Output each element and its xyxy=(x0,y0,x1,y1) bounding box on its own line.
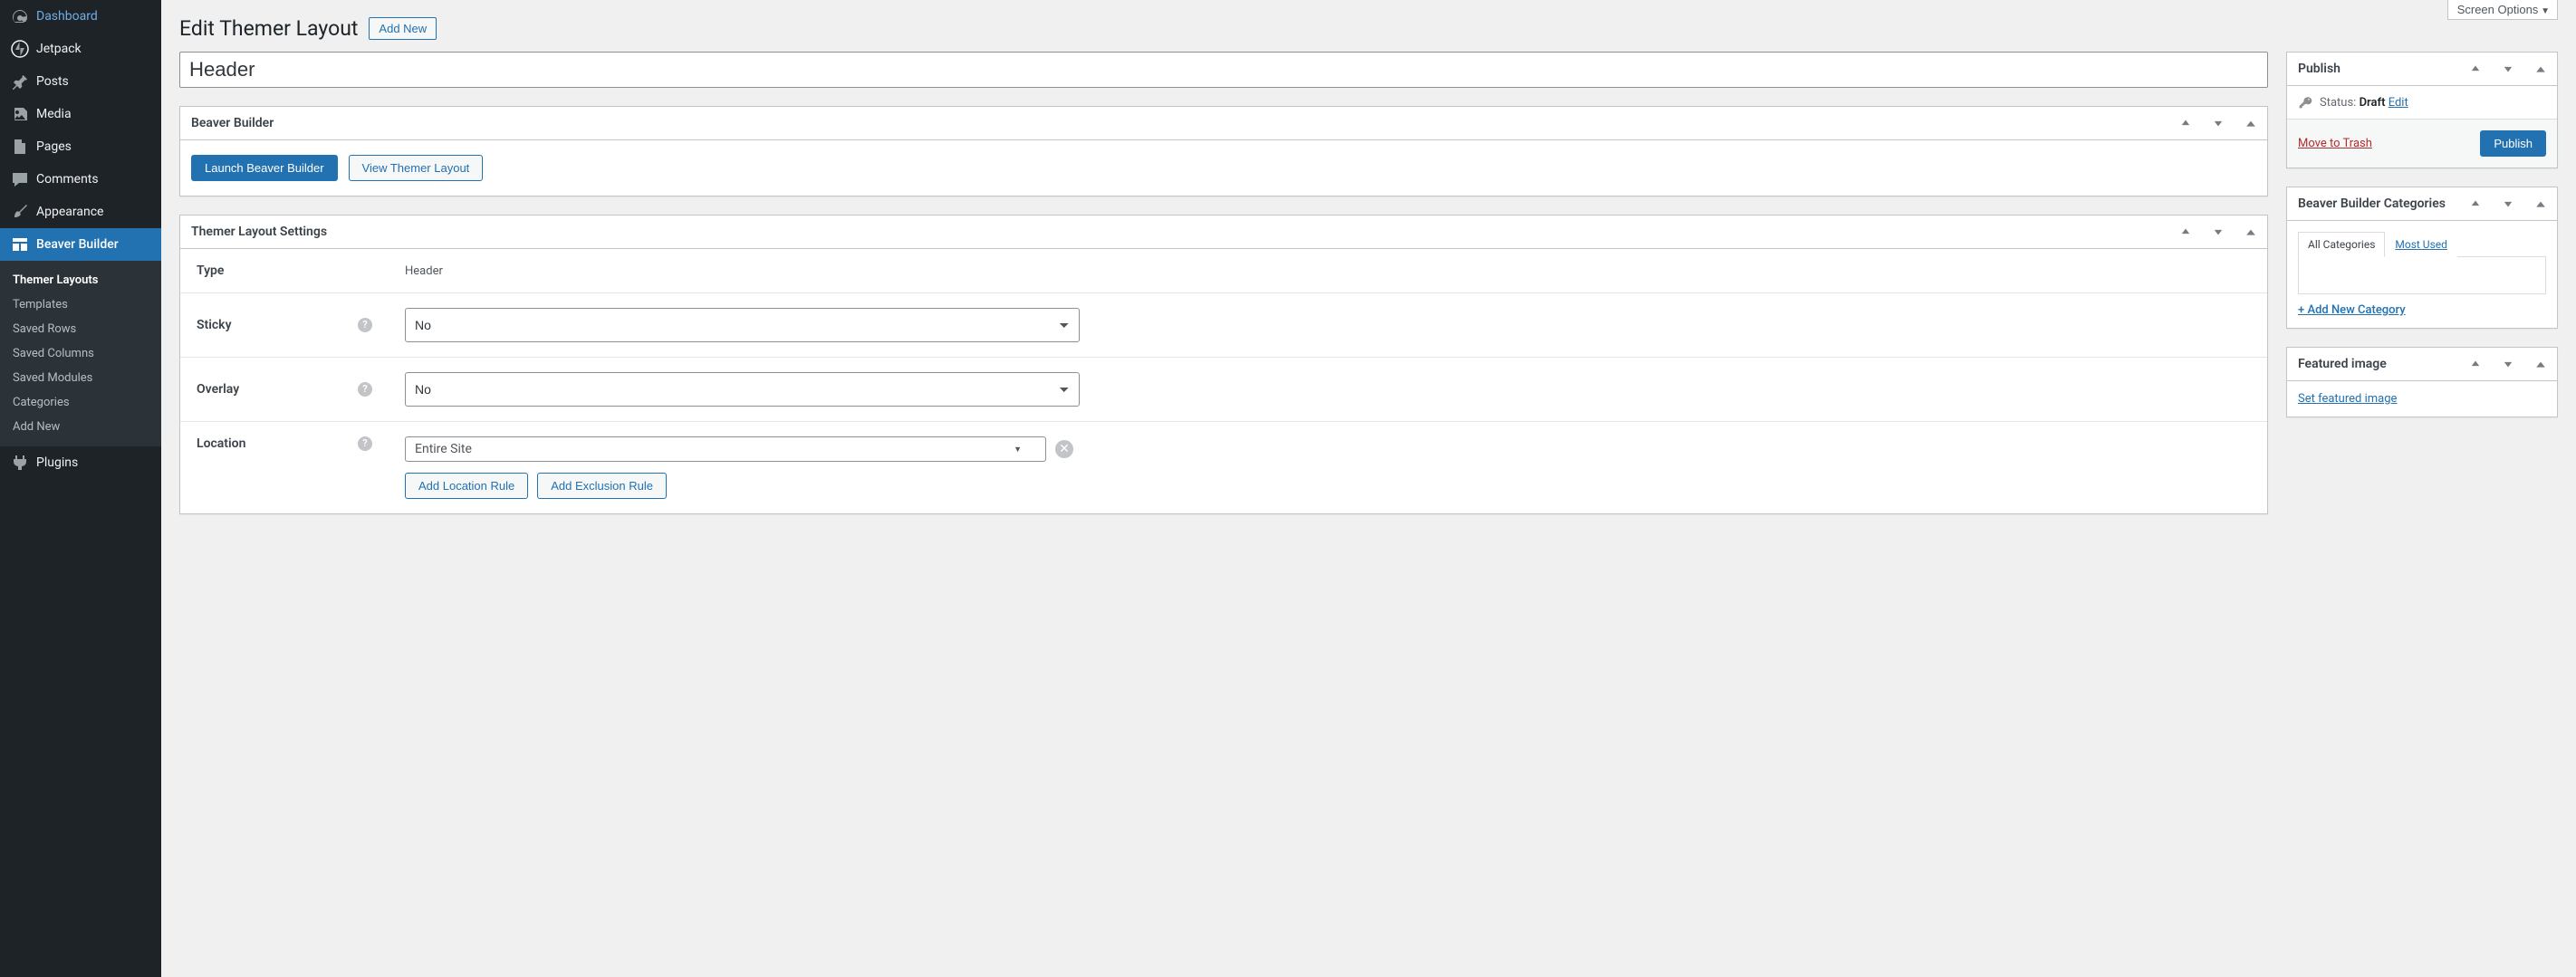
jetpack-icon xyxy=(11,40,29,58)
menu-beaver-builder[interactable]: Beaver Builder xyxy=(0,228,161,261)
help-icon[interactable]: ? xyxy=(358,382,372,397)
menu-appearance[interactable]: Appearance xyxy=(0,196,161,228)
post-title-input[interactable] xyxy=(179,52,2268,88)
panel-move-up[interactable] xyxy=(2459,53,2492,85)
submenu-themer-layouts[interactable]: Themer Layouts xyxy=(0,268,161,292)
menu-posts[interactable]: Posts xyxy=(0,65,161,98)
panel-move-down[interactable] xyxy=(2492,348,2524,380)
menu-label: Dashboard xyxy=(36,9,98,24)
admin-sidebar: Dashboard Jetpack Posts Media Pages Comm… xyxy=(0,0,161,977)
publish-button[interactable]: Publish xyxy=(2480,130,2546,157)
status-value: Draft xyxy=(2360,96,2386,110)
page-title: Edit Themer Layout xyxy=(179,16,358,41)
remove-rule-icon[interactable]: ✕ xyxy=(1055,440,1073,458)
panel-move-up[interactable] xyxy=(2459,187,2492,220)
menu-pages[interactable]: Pages xyxy=(0,130,161,163)
submenu-templates[interactable]: Templates xyxy=(0,292,161,317)
submenu-saved-rows[interactable]: Saved Rows xyxy=(0,317,161,341)
submenu-saved-columns[interactable]: Saved Columns xyxy=(0,341,161,366)
page-header: Edit Themer Layout Add New xyxy=(179,0,2558,52)
comment-icon xyxy=(11,170,29,188)
page-icon xyxy=(11,138,29,156)
launch-beaver-builder-button[interactable]: Launch Beaver Builder xyxy=(191,155,338,181)
panel-title: Publish xyxy=(2287,53,2459,85)
panel-move-down[interactable] xyxy=(2492,187,2524,220)
beaver-builder-panel: Beaver Builder Launch Beaver Builder Vie… xyxy=(179,106,2268,196)
brush-icon xyxy=(11,203,29,221)
panel-move-up[interactable] xyxy=(2169,216,2202,248)
overlay-select[interactable]: No xyxy=(405,372,1080,407)
panel-title: Beaver Builder Categories xyxy=(2287,187,2459,220)
sticky-label: Sticky xyxy=(197,318,232,332)
submenu-saved-modules[interactable]: Saved Modules xyxy=(0,366,161,390)
menu-comments[interactable]: Comments xyxy=(0,163,161,196)
media-icon xyxy=(11,105,29,123)
panel-toggle[interactable] xyxy=(2524,348,2557,380)
help-icon[interactable]: ? xyxy=(358,318,372,332)
add-exclusion-rule-button[interactable]: Add Exclusion Rule xyxy=(537,473,667,499)
move-to-trash-link[interactable]: Move to Trash xyxy=(2298,137,2372,150)
type-value: Header xyxy=(389,249,2267,293)
main-content: Screen Options Edit Themer Layout Add Ne… xyxy=(161,0,2576,977)
layout-icon xyxy=(11,235,29,254)
panel-toggle[interactable] xyxy=(2524,187,2557,220)
categories-list xyxy=(2298,256,2546,294)
beaver-builder-submenu: Themer Layouts Templates Saved Rows Save… xyxy=(0,261,161,446)
menu-media[interactable]: Media xyxy=(0,98,161,130)
menu-label: Beaver Builder xyxy=(36,237,119,252)
menu-label: Comments xyxy=(36,172,99,187)
help-icon[interactable]: ? xyxy=(358,436,372,451)
sticky-select[interactable]: No xyxy=(405,308,1080,342)
pin-icon xyxy=(11,72,29,91)
edit-status-link[interactable]: Edit xyxy=(2389,96,2408,110)
panel-title: Beaver Builder xyxy=(180,107,2169,139)
panel-move-down[interactable] xyxy=(2202,216,2235,248)
set-featured-image-link[interactable]: Set featured image xyxy=(2298,392,2397,406)
featured-image-panel: Featured image Set featured image xyxy=(2286,347,2558,417)
location-select[interactable]: Entire Site xyxy=(405,436,1046,462)
view-themer-layout-button[interactable]: View Themer Layout xyxy=(349,155,484,181)
menu-label: Media xyxy=(36,107,72,121)
menu-label: Appearance xyxy=(36,205,103,219)
tab-most-used[interactable]: Most Used xyxy=(2385,232,2457,257)
menu-dashboard[interactable]: Dashboard xyxy=(0,0,161,33)
type-label: Type xyxy=(180,249,389,293)
menu-label: Posts xyxy=(36,74,69,89)
submenu-add-new[interactable]: Add New xyxy=(0,415,161,439)
panel-title: Themer Layout Settings xyxy=(180,216,2169,248)
location-label: Location xyxy=(197,436,245,451)
panel-toggle[interactable] xyxy=(2524,53,2557,85)
menu-label: Plugins xyxy=(36,455,78,470)
menu-label: Pages xyxy=(36,139,72,154)
publish-panel: Publish Status: Draft Edit xyxy=(2286,52,2558,168)
panel-move-down[interactable] xyxy=(2492,53,2524,85)
menu-plugins[interactable]: Plugins xyxy=(0,446,161,479)
themer-settings-panel: Themer Layout Settings Type Header xyxy=(179,215,2268,514)
overlay-label: Overlay xyxy=(197,382,239,397)
panel-move-up[interactable] xyxy=(2169,107,2202,139)
tab-all-categories[interactable]: All Categories xyxy=(2298,232,2385,257)
panel-title: Featured image xyxy=(2287,348,2459,380)
panel-move-down[interactable] xyxy=(2202,107,2235,139)
add-location-rule-button[interactable]: Add Location Rule xyxy=(405,473,528,499)
panel-toggle[interactable] xyxy=(2235,216,2267,248)
key-icon xyxy=(2298,95,2312,110)
panel-move-up[interactable] xyxy=(2459,348,2492,380)
screen-meta: Screen Options xyxy=(2447,0,2558,20)
status-label: Status: xyxy=(2320,96,2356,110)
menu-jetpack[interactable]: Jetpack xyxy=(0,33,161,65)
menu-label: Jetpack xyxy=(36,42,82,56)
panel-toggle[interactable] xyxy=(2235,107,2267,139)
plug-icon xyxy=(11,454,29,472)
dashboard-icon xyxy=(11,7,29,25)
add-new-category-link[interactable]: + Add New Category xyxy=(2298,303,2406,317)
submenu-categories[interactable]: Categories xyxy=(0,390,161,415)
add-new-button[interactable]: Add New xyxy=(369,17,437,40)
screen-options-button[interactable]: Screen Options xyxy=(2447,0,2558,20)
categories-panel: Beaver Builder Categories All Categories… xyxy=(2286,187,2558,329)
